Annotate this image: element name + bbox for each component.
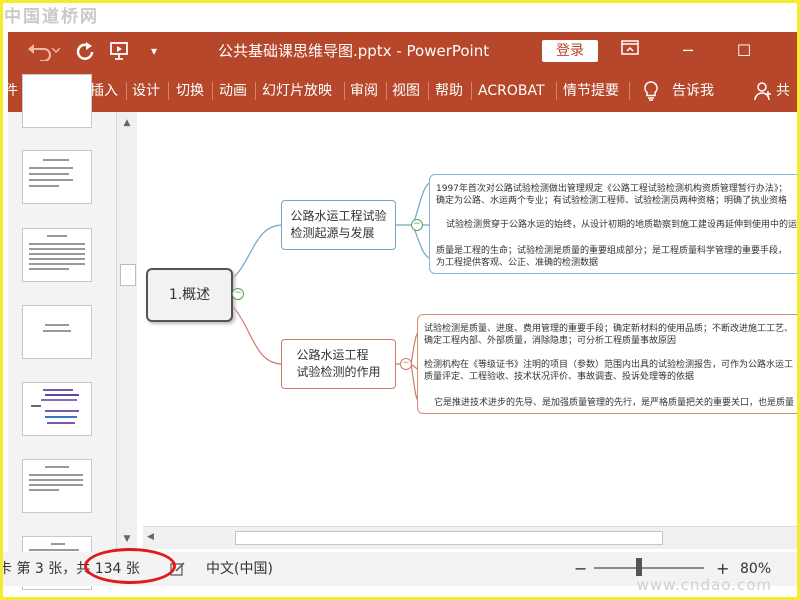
thumbnails-scrollbar[interactable]: ▲ ▼ xyxy=(116,112,137,552)
mindmap-branch-role[interactable]: 公路水运工程 试验检测的作用 xyxy=(281,339,396,389)
scroll-up-icon[interactable]: ▲ xyxy=(120,116,134,130)
watermark-bottom: www.cndao.com xyxy=(636,576,772,594)
branch-role-line2: 试验检测的作用 xyxy=(296,365,381,379)
tab-separator xyxy=(212,82,213,100)
slide-canvas[interactable]: 1.概述 − 公路水运工程试验 检测起源与发展 − 公路水运工程 试验检测的作用 −… xyxy=(143,112,800,526)
language-indicator[interactable]: 中文(中国) xyxy=(206,552,273,586)
slide-thumbnail[interactable] xyxy=(22,74,92,128)
mindmap-leaf-group-role[interactable]: 试验检测是质量、进度、费用管理的重要手段；确定新材料的使用品质；不断改进施工工艺… xyxy=(417,314,800,414)
tab-insert[interactable]: 插入 xyxy=(90,70,118,112)
mindmap-root-node[interactable]: 1.概述 xyxy=(146,268,233,322)
maximize-button[interactable]: ☐ xyxy=(724,32,764,70)
collapse-toggle-icon[interactable]: − xyxy=(411,219,423,231)
ribbon-tabs: 件 开始 插入 设计 切换 动画 幻灯片放映 审阅 视图 帮助 ACROBAT … xyxy=(4,70,798,141)
canvas-horizontal-scrollbar[interactable]: ◀ xyxy=(143,526,798,549)
login-button[interactable]: 登录 xyxy=(542,40,598,62)
scroll-thumb[interactable] xyxy=(235,531,663,545)
redo-icon[interactable] xyxy=(72,32,98,70)
watermark-top: 中国道桥网 xyxy=(4,7,99,27)
tell-me-search[interactable]: 告诉我 xyxy=(672,70,714,112)
leaf-text: 质量是工程的生命；试验检测是质量的重要组成部分；是工程质量科学管理的重要手段， xyxy=(436,246,788,256)
minimize-button[interactable]: ─ xyxy=(668,32,708,70)
tab-separator xyxy=(386,82,387,100)
tab-view[interactable]: 视图 xyxy=(392,70,420,112)
leaf-text: 为工程提供客观、公正、准确的检测数据 xyxy=(436,258,599,268)
branch-origin-line1: 公路水运工程试验 xyxy=(290,209,387,223)
leaf-text: 质量评定、工程验收、技术状况评价、事故调查、投诉处理等的依据 xyxy=(424,372,695,382)
slide-thumbnail[interactable] xyxy=(22,228,92,282)
tab-transitions[interactable]: 切换 xyxy=(176,70,204,112)
tab-separator xyxy=(255,82,256,100)
slide-thumbnail[interactable] xyxy=(22,459,92,513)
collapse-toggle-icon[interactable]: − xyxy=(400,358,412,370)
tab-slideshow[interactable]: 幻灯片放映 xyxy=(262,70,332,112)
slide-thumbnail[interactable] xyxy=(22,305,92,359)
tab-separator xyxy=(428,82,429,100)
document-title: 公共基础课思维导图.pptx - PowerPoint xyxy=(218,42,490,60)
leaf-text: 它是推进技术进步的先导、是加强质量管理的先行，是严格质量把关的重要关口，也是质量 xyxy=(434,398,795,408)
leaf-text: 确定工程内部、外部质量，消除隐患；可分析工程质量事故原因 xyxy=(424,336,677,346)
leaf-text: 试验检测贯穿于公路水运的始终，从设计初期的地质勘察到施工建设再延伸到使用中的运 xyxy=(446,220,798,230)
zoom-slider[interactable] xyxy=(594,567,704,569)
tab-separator xyxy=(471,82,472,100)
slide-thumbnails-panel: ▲ ▼ xyxy=(8,74,137,590)
zoom-slider-thumb[interactable] xyxy=(636,558,642,576)
branch-role-line1: 公路水运工程 xyxy=(296,348,369,362)
leaf-text: 试验检测是质量、进度、费用管理的重要手段；确定新材料的使用品质；不断改进施工工艺… xyxy=(424,324,794,334)
highlight-annotation-circle xyxy=(84,548,176,584)
mindmap-leaf-group-origin[interactable]: 1997年首次对公路试验检测做出管理规定《公路工程试验检测机构资质管理暂行办法》… xyxy=(429,174,800,274)
tab-acrobat[interactable]: ACROBAT xyxy=(478,70,545,112)
share-button[interactable]: 共享 xyxy=(776,70,798,141)
tab-separator xyxy=(629,82,630,100)
leaf-text: 1997年首次对公路试验检测做出管理规定《公路工程试验检测机构资质管理暂行办法》… xyxy=(436,184,788,194)
tab-separator xyxy=(344,82,345,100)
ribbon-display-options-icon[interactable] xyxy=(610,32,650,70)
title-bar: ▾ 公共基础课思维导图.pptx - PowerPoint 登录 ─ ☐ xyxy=(8,32,798,70)
tab-separator xyxy=(168,82,169,100)
tab-design[interactable]: 设计 xyxy=(132,70,160,112)
tab-separator xyxy=(556,82,557,100)
tab-help[interactable]: 帮助 xyxy=(435,70,463,112)
branch-origin-line2: 检测起源与发展 xyxy=(290,226,375,240)
leaf-text: 检测机构在《等级证书》注明的项目（参数）范围内出具的试验检测报告，可作为公路水运… xyxy=(424,360,794,370)
tab-review[interactable]: 审阅 xyxy=(350,70,378,112)
undo-icon[interactable] xyxy=(20,32,66,70)
scroll-down-icon[interactable]: ▼ xyxy=(120,532,134,546)
tab-file[interactable]: 件 xyxy=(4,70,18,112)
customize-qat-icon[interactable]: ▾ xyxy=(144,32,164,70)
mindmap-branch-origin[interactable]: 公路水运工程试验 检测起源与发展 xyxy=(281,200,396,250)
leaf-text: 确定为公路、水运两个专业；有试验检测工程师、试验检测员两种资格；明确了执业资格 xyxy=(436,196,788,206)
tab-separator xyxy=(126,82,127,100)
lightbulb-icon[interactable] xyxy=(642,70,660,112)
scroll-left-icon[interactable]: ◀ xyxy=(147,531,159,543)
collapse-toggle-icon[interactable]: − xyxy=(232,288,244,300)
slide-thumbnail[interactable] xyxy=(22,150,92,204)
slide-thumbnail-current[interactable] xyxy=(22,382,92,436)
tab-storyboard[interactable]: 情节提要 xyxy=(563,70,619,112)
present-from-start-icon[interactable] xyxy=(106,32,134,70)
zoom-out-button[interactable]: − xyxy=(574,552,587,586)
share-person-icon[interactable] xyxy=(754,70,772,112)
tab-animations[interactable]: 动画 xyxy=(219,70,247,112)
scroll-thumb[interactable] xyxy=(120,264,136,286)
